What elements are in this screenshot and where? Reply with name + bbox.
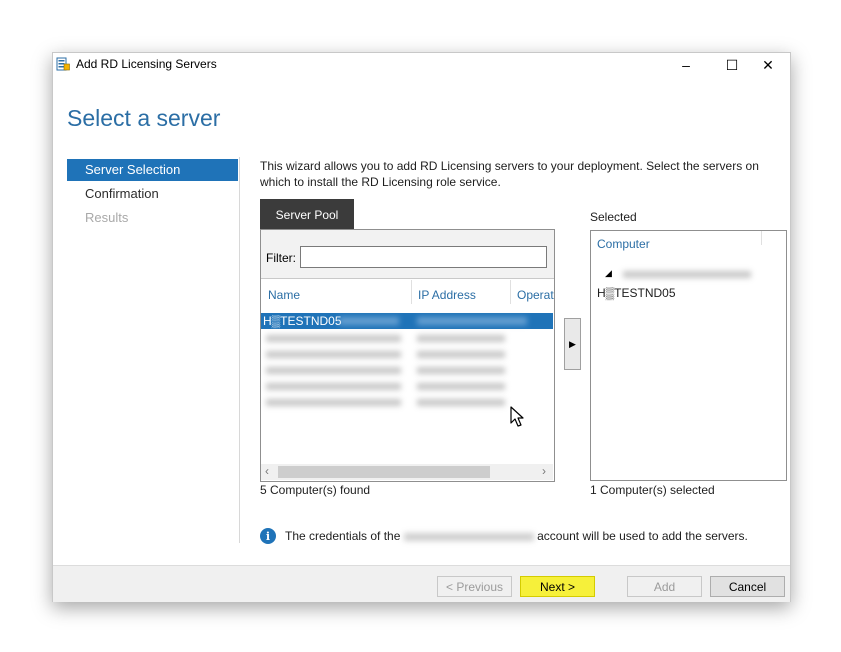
- column-divider[interactable]: [411, 280, 412, 304]
- column-header-operating-system[interactable]: Operat: [517, 288, 554, 302]
- redacted-cell: [417, 351, 505, 358]
- server-pool-panel: Filter: Name IP Address Operat H▒TESTND0…: [260, 229, 555, 482]
- expand-arrow-icon[interactable]: ◢: [605, 268, 612, 279]
- tab-server-pool[interactable]: Server Pool: [260, 199, 354, 230]
- arrow-right-icon: ▶: [569, 338, 576, 349]
- credentials-note-end: account will be used to add the servers.: [537, 529, 748, 543]
- table-row[interactable]: [261, 347, 553, 363]
- selected-server-item[interactable]: H▒TESTND05: [597, 286, 676, 300]
- wizard-window: Add RD Licensing Servers – ☐ ✕ Select a …: [52, 52, 791, 602]
- credentials-note: The credentials of the account will be u…: [285, 529, 748, 543]
- maximize-icon: ☐: [725, 56, 739, 73]
- selected-label: Selected: [590, 210, 637, 224]
- redacted-cell: [266, 335, 401, 342]
- nav-item-server-selection[interactable]: Server Selection: [67, 159, 238, 181]
- filter-input[interactable]: [300, 246, 547, 268]
- table-row[interactable]: H▒TESTND05: [261, 313, 553, 329]
- info-icon: i: [260, 528, 276, 544]
- redacted-cell: [266, 399, 401, 406]
- redacted-cell: [417, 367, 505, 374]
- redacted-cell: [417, 317, 527, 325]
- redacted-cell: [339, 317, 399, 325]
- cancel-button[interactable]: Cancel: [710, 576, 785, 597]
- scrollbar-thumb[interactable]: [278, 466, 490, 478]
- redacted-cell: [266, 367, 401, 374]
- wizard-description: This wizard allows you to add RD Licensi…: [260, 159, 759, 189]
- page-title: Select a server: [67, 105, 221, 131]
- server-name-cell: H▒TESTND05: [263, 314, 342, 328]
- scroll-left-icon[interactable]: ‹: [265, 464, 269, 478]
- minimize-icon: –: [682, 57, 690, 73]
- filter-label: Filter:: [266, 251, 296, 265]
- redacted-account-name: [403, 532, 534, 541]
- add-button: Add: [627, 576, 702, 597]
- scroll-right-icon[interactable]: ›: [542, 464, 546, 478]
- found-count: 5 Computer(s) found: [260, 483, 371, 497]
- column-header-computer[interactable]: Computer: [597, 237, 650, 251]
- minimize-button[interactable]: –: [663, 53, 709, 77]
- window-title: Add RD Licensing Servers: [76, 57, 217, 71]
- table-row[interactable]: [261, 379, 553, 395]
- redacted-group-name: [623, 271, 751, 278]
- redacted-cell: [266, 351, 401, 358]
- redacted-cell: [266, 383, 401, 390]
- column-divider[interactable]: [761, 231, 762, 245]
- redacted-cell: [417, 335, 505, 342]
- column-divider[interactable]: [510, 280, 511, 304]
- selected-count: 1 Computer(s) selected: [590, 483, 715, 497]
- nav-item-confirmation[interactable]: Confirmation: [67, 183, 238, 205]
- nav-item-results: Results: [85, 210, 129, 225]
- next-button[interactable]: Next >: [520, 576, 595, 597]
- nav-divider: [239, 157, 240, 543]
- wizard-footer: < Previous Next > Add Cancel: [53, 565, 790, 602]
- selected-computers-panel: Computer ◢ H▒TESTND05: [590, 230, 787, 481]
- server-manager-icon: [56, 57, 70, 71]
- close-button[interactable]: ✕: [745, 53, 791, 77]
- redacted-cell: [417, 383, 505, 390]
- title-bar[interactable]: Add RD Licensing Servers – ☐ ✕: [53, 53, 790, 77]
- column-header-ip-address[interactable]: IP Address: [418, 288, 476, 302]
- table-row[interactable]: [261, 331, 553, 347]
- redacted-cell: [417, 399, 505, 406]
- horizontal-scrollbar[interactable]: ‹ ›: [261, 464, 553, 480]
- table-row[interactable]: [261, 363, 553, 379]
- close-icon: ✕: [762, 56, 774, 73]
- mouse-cursor-icon: [510, 406, 524, 427]
- previous-button: < Previous: [437, 576, 512, 597]
- filter-bar: Filter:: [261, 230, 554, 279]
- add-to-selected-button[interactable]: ▶: [564, 318, 581, 370]
- column-header-name[interactable]: Name: [268, 288, 300, 302]
- credentials-note-start: The credentials of the: [285, 529, 401, 543]
